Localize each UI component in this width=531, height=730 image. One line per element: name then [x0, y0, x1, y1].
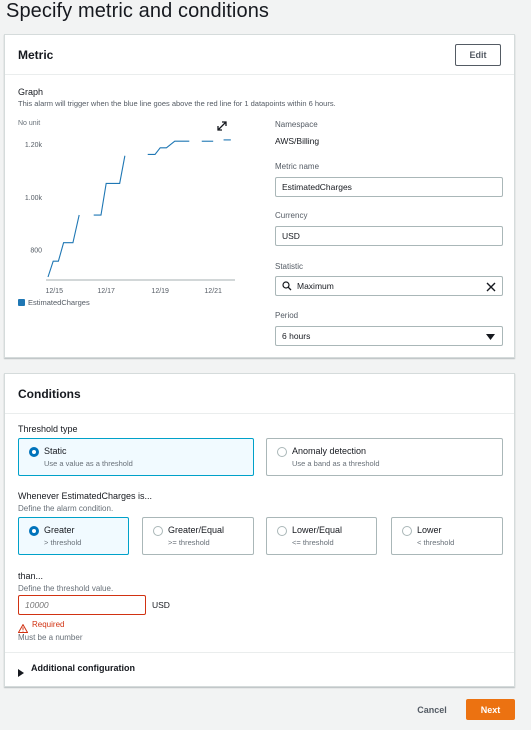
namespace-value: AWS/Billing	[275, 136, 320, 146]
conditions-panel: Conditions Threshold type Static Use a v…	[4, 373, 515, 687]
metric-name-label: Metric name	[275, 162, 320, 171]
cancel-button[interactable]: Cancel	[407, 700, 457, 720]
static-radio[interactable]	[29, 447, 39, 457]
statistic-field[interactable]: Maximum	[275, 276, 503, 296]
threshold-unit: USD	[152, 600, 170, 610]
metric-panel: Metric Edit Graph This alarm will trigge…	[4, 34, 515, 358]
lower-title: Lower	[417, 525, 442, 535]
y-tick-label: 800	[30, 248, 42, 255]
caret-right-icon	[18, 664, 25, 677]
x-tick-label: 12/19	[151, 288, 169, 295]
x-tick-label: 12/21	[204, 288, 222, 295]
edit-button[interactable]: Edit	[455, 44, 501, 66]
next-button[interactable]: Next	[466, 699, 515, 720]
anomaly-title: Anomaly detection	[292, 446, 367, 456]
x-tick-label: 12/15	[45, 288, 63, 295]
lower-equal-option[interactable]: Lower/Equal <= threshold	[266, 517, 377, 555]
conditions-title: Conditions	[18, 386, 81, 401]
page-title: Specify metric and conditions	[6, 0, 270, 22]
namespace-label: Namespace	[275, 120, 318, 129]
lower-equal-radio[interactable]	[277, 526, 287, 536]
clear-icon[interactable]	[486, 282, 496, 292]
metric-name-field[interactable]: EstimatedCharges	[275, 177, 503, 197]
period-value: 6 hours	[282, 331, 311, 341]
whenever-label: Whenever EstimatedCharges is...	[18, 491, 153, 501]
greater-equal-radio[interactable]	[153, 526, 163, 536]
static-title: Static	[44, 446, 67, 456]
static-option[interactable]: Static Use a value as a threshold	[18, 438, 254, 476]
metric-panel-header: Metric	[5, 35, 514, 75]
search-icon	[282, 281, 292, 291]
error-desc: Must be a number	[18, 633, 83, 642]
series-line-segment	[47, 214, 80, 278]
metric-chart: No unit 1.20k 1.00k 800 12/15 12/17 12/19 12/2…	[15, 117, 237, 307]
currency-label: Currency	[275, 211, 308, 220]
anomaly-desc: Use a band as a threshold	[292, 459, 380, 468]
warning-icon	[17, 620, 29, 633]
lower-equal-title: Lower/Equal	[292, 525, 343, 535]
legend-swatch	[18, 299, 25, 306]
graph-description: This alarm will trigger when the blue li…	[18, 99, 336, 108]
period-select[interactable]: 6 hours	[275, 326, 503, 346]
anomaly-radio[interactable]	[277, 447, 287, 457]
chart-plot: 1.20k 1.00k 800 12/15 12/17 12/19 12/21	[25, 139, 235, 295]
caret-down-icon	[486, 333, 495, 340]
lower-radio[interactable]	[402, 526, 412, 536]
statistic-label: Statistic	[275, 262, 304, 271]
anomaly-option[interactable]: Anomaly detection Use a band as a thresh…	[266, 438, 503, 476]
additional-config-toggle[interactable]: Additional configuration	[18, 663, 135, 677]
metric-panel-title: Metric	[18, 47, 54, 62]
greater-radio[interactable]	[29, 526, 39, 536]
greater-equal-title: Greater/Equal	[168, 525, 225, 535]
chart-legend: EstimatedCharges	[18, 298, 90, 307]
lower-equal-desc: <= threshold	[292, 538, 334, 547]
lower-desc: < threshold	[417, 538, 455, 547]
lower-option[interactable]: Lower < threshold	[391, 517, 503, 555]
x-tick-label: 12/17	[97, 288, 115, 295]
threshold-type-label: Threshold type	[18, 424, 78, 434]
greater-equal-desc: >= threshold	[168, 538, 210, 547]
greater-desc: > threshold	[44, 538, 82, 547]
statistic-value: Maximum	[297, 281, 334, 291]
series-line-segment	[93, 155, 126, 216]
y-tick-label: 1.20k	[25, 142, 43, 149]
graph-label: Graph	[18, 87, 44, 97]
additional-config-label: Additional configuration	[31, 663, 135, 673]
y-tick-label: 1.00k	[25, 195, 43, 202]
greater-equal-option[interactable]: Greater/Equal >= threshold	[142, 517, 254, 555]
greater-option[interactable]: Greater > threshold	[18, 517, 129, 555]
conditions-header: Conditions	[5, 374, 514, 414]
static-desc: Use a value as a threshold	[44, 459, 133, 468]
divider	[5, 652, 514, 653]
error-required-text: Required	[32, 620, 65, 629]
currency-field[interactable]: USD	[275, 226, 503, 246]
legend-label: EstimatedCharges	[28, 298, 90, 307]
series-line-segment	[147, 140, 190, 155]
than-label: than...	[18, 571, 44, 581]
than-desc: Define the threshold value.	[18, 584, 114, 593]
greater-title: Greater	[44, 525, 75, 535]
whenever-desc: Define the alarm condition.	[18, 504, 114, 513]
threshold-input[interactable]	[18, 595, 146, 615]
period-label: Period	[275, 311, 299, 320]
error-required: Required	[17, 620, 65, 633]
